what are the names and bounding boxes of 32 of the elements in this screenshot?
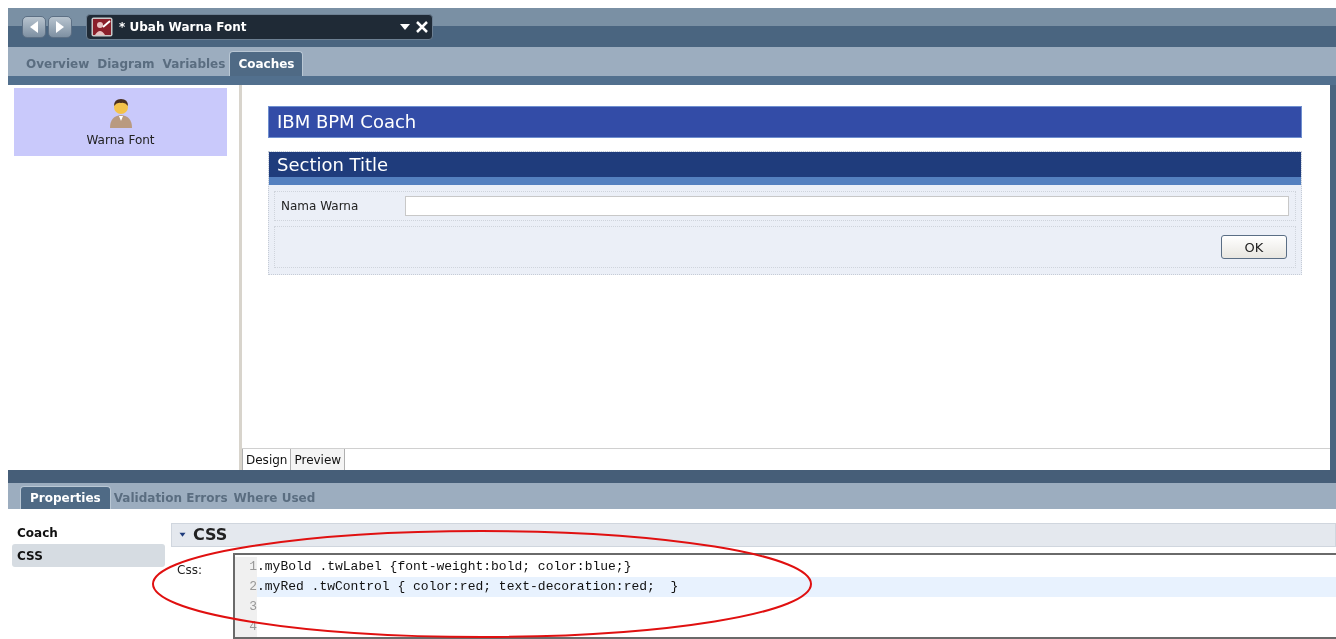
coach-document-icon xyxy=(91,17,113,38)
coach-title-bar: IBM BPM Coach xyxy=(268,106,1302,139)
view-tab[interactable]: Design xyxy=(242,449,292,471)
properties-nav-item[interactable]: CSS xyxy=(12,544,165,567)
editor-tab[interactable]: Coaches xyxy=(229,50,304,76)
view-tab[interactable]: Preview xyxy=(291,449,346,471)
line-number: 3 xyxy=(235,597,257,617)
field-label: Css: xyxy=(176,562,203,579)
field-label: Nama Warna xyxy=(281,199,360,214)
close-icon[interactable] xyxy=(416,21,428,34)
panel-tab[interactable]: Properties xyxy=(20,486,111,509)
text-input-field[interactable] xyxy=(405,196,1289,217)
code-line: .myRed .twControl { color:red; text-decoration:red; } xyxy=(257,578,680,596)
code-line: .myBold .twLabel {font-weight:bold; color:blue;} xyxy=(257,558,633,576)
collapse-triangle-icon[interactable] xyxy=(178,532,187,538)
coach-list-item[interactable]: Warna Font xyxy=(14,88,227,157)
dropdown-caret-icon[interactable] xyxy=(400,24,410,31)
forward-button[interactable] xyxy=(48,16,72,39)
properties-nav-item[interactable]: Coach xyxy=(12,521,165,544)
editor-title-tab[interactable]: * Ubah Warna Font xyxy=(86,14,433,41)
ok-button[interactable]: OK xyxy=(1221,235,1287,260)
person-icon xyxy=(107,97,134,130)
section-header[interactable]: CSS xyxy=(171,523,1336,547)
window-title: * Ubah Warna Font xyxy=(119,20,248,35)
right-triangle-icon xyxy=(55,21,65,34)
section-title: CSS xyxy=(193,525,228,545)
back-button[interactable] xyxy=(22,16,46,39)
section-title-bar: Section Title xyxy=(269,152,1301,186)
line-number: 1 xyxy=(235,557,257,577)
coach-name: Warna Font xyxy=(86,133,155,148)
left-triangle-icon xyxy=(29,21,39,34)
line-number: 2 xyxy=(235,577,257,597)
